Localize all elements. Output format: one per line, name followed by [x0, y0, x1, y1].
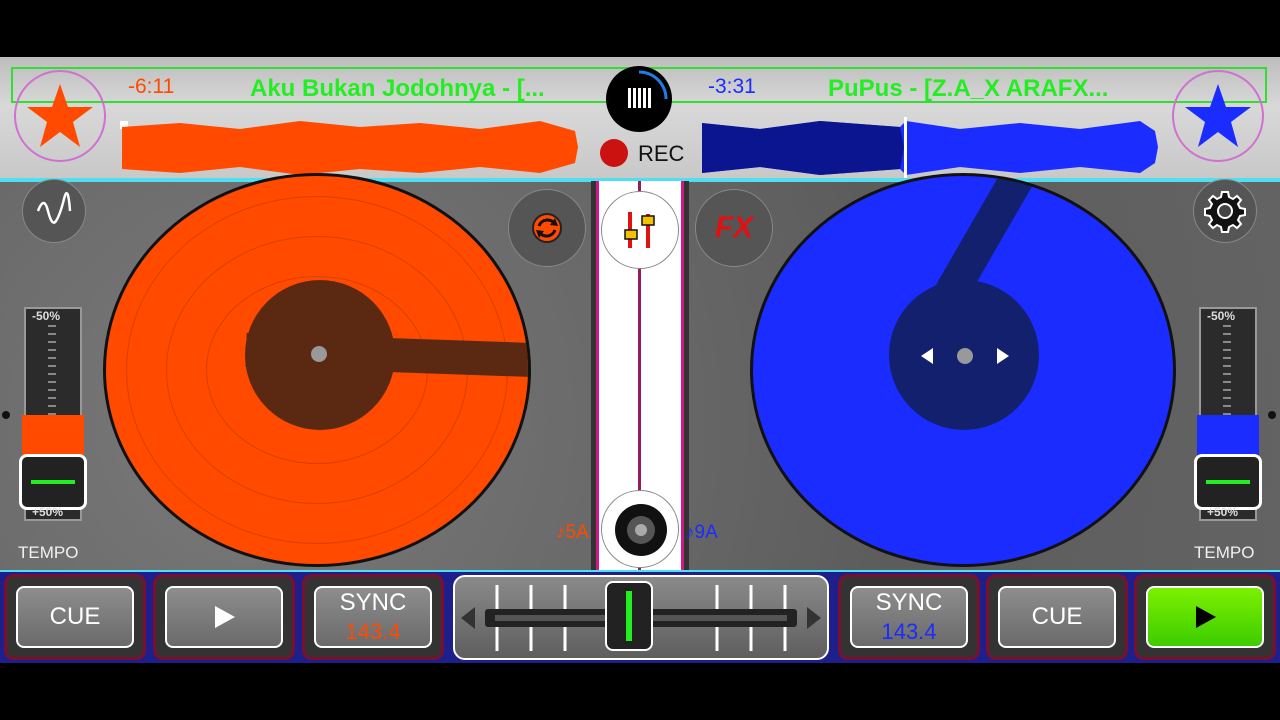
left-sync-label: SYNC — [339, 589, 407, 616]
right-turntable[interactable] — [750, 173, 1176, 567]
loop-button[interactable] — [508, 189, 586, 267]
left-turntable[interactable] — [103, 173, 531, 567]
right-pitch-bottom-label: +50% — [1207, 505, 1239, 519]
star-icon — [27, 84, 93, 147]
left-pitch-top-label: -50% — [32, 309, 61, 323]
fx-button[interactable]: FX — [695, 189, 773, 267]
left-cue-button[interactable]: CUE — [4, 574, 146, 660]
right-favorite-button[interactable] — [1172, 70, 1264, 162]
left-remaining-time: -6:11 — [128, 75, 175, 98]
knob-icon — [615, 504, 667, 556]
right-sync-button[interactable]: SYNC 143.4 — [838, 574, 980, 660]
record-label: REC — [638, 141, 685, 166]
right-pitch-handle[interactable] — [1194, 454, 1262, 510]
left-pitch-bottom-label: +50% — [32, 505, 64, 519]
right-key: ♪9A — [685, 522, 718, 543]
record-button[interactable]: REC — [598, 137, 688, 169]
gear-icon — [1204, 191, 1246, 233]
left-cue-label: CUE — [49, 603, 101, 630]
right-track-title[interactable]: PuPus - [Z.A_X ARAFX... — [828, 75, 1108, 103]
settings-button[interactable] — [1193, 179, 1257, 243]
crossfader[interactable] — [453, 575, 829, 660]
waveform-icon — [36, 191, 72, 224]
menu-button[interactable] — [606, 66, 672, 132]
right-remaining-time: -3:31 — [708, 75, 756, 98]
play-icon — [215, 606, 235, 628]
mixer-icon — [624, 212, 655, 248]
left-pitch-slider[interactable]: -50% +50% — [19, 307, 87, 521]
jog-knob[interactable] — [601, 490, 679, 568]
waveform-button[interactable] — [22, 179, 86, 243]
top-bar: -6:11 Aku Bukan Jodohnya - [... -3:31 Pu… — [0, 57, 1280, 181]
right-waveform[interactable] — [700, 117, 1160, 179]
bars-icon — [628, 70, 668, 108]
left-key: ♪5A — [556, 522, 589, 543]
right-sync-label: SYNC — [875, 589, 943, 616]
fx-label: FX — [714, 211, 754, 244]
crossfader-handle[interactable] — [605, 581, 653, 651]
play-icon — [1196, 606, 1216, 628]
left-favorite-button[interactable] — [14, 70, 106, 162]
left-sync-button[interactable]: SYNC 143.4 — [302, 574, 444, 660]
right-cue-label: CUE — [1031, 603, 1083, 630]
record-icon — [600, 139, 628, 167]
dj-app: -6:11 Aku Bukan Jodohnya - [... -3:31 Pu… — [0, 57, 1280, 663]
left-track-title[interactable]: Aku Bukan Jodohnya - [... — [250, 75, 545, 103]
left-waveform[interactable] — [120, 117, 580, 179]
left-tempo-label: TEMPO — [18, 543, 79, 562]
left-bpm: 143.4 — [345, 619, 401, 644]
right-pitch-slider[interactable]: -50% +50% — [1194, 307, 1262, 521]
right-pitch-fill — [1197, 415, 1259, 455]
left-pitch-fill — [22, 415, 84, 455]
right-pitch-top-label: -50% — [1207, 309, 1236, 323]
nudge-arrows-icon — [921, 348, 1009, 364]
loop-icon — [532, 213, 562, 243]
right-play-button[interactable] — [1134, 574, 1276, 660]
star-icon — [1185, 84, 1251, 147]
right-bpm: 143.4 — [881, 619, 937, 644]
mixer-button[interactable] — [601, 191, 679, 269]
right-cue-button[interactable]: CUE — [986, 574, 1128, 660]
right-tempo-label: TEMPO — [1194, 543, 1255, 562]
left-pitch-handle[interactable] — [19, 454, 87, 510]
left-play-button[interactable] — [153, 574, 295, 660]
left-spindle — [311, 346, 327, 362]
